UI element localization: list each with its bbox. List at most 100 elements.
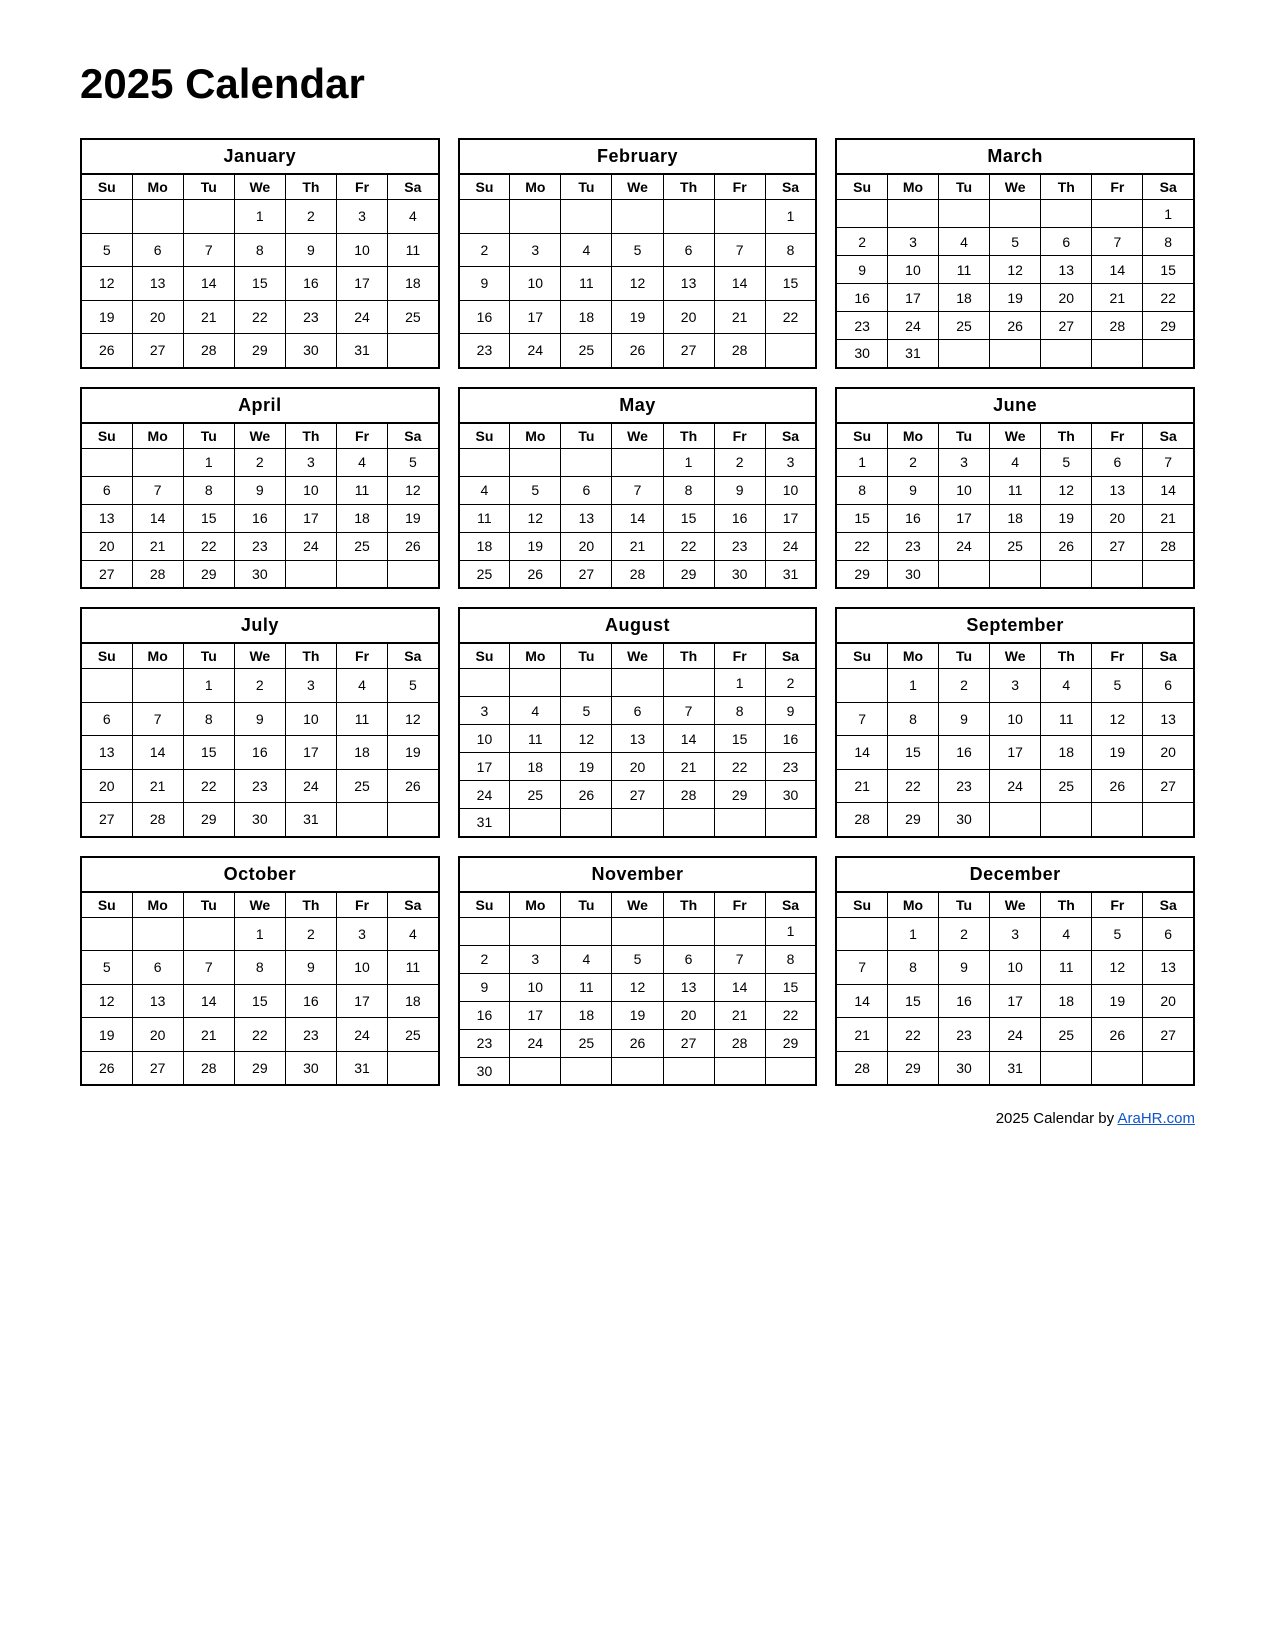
table-row: 28293031 xyxy=(836,1051,1194,1085)
calendar-day: 2 xyxy=(714,448,765,476)
day-header-th: Th xyxy=(663,423,714,449)
calendar-grid: JanuarySuMoTuWeThFrSa1234567891011121314… xyxy=(80,138,1195,1086)
day-header-tu: Tu xyxy=(939,423,990,449)
calendar-day: 30 xyxy=(234,560,285,588)
calendar-day: 2 xyxy=(285,200,336,234)
calendar-day: 15 xyxy=(1143,256,1194,284)
calendar-day: 24 xyxy=(336,300,387,334)
calendar-day: 8 xyxy=(234,951,285,985)
calendar-day: 11 xyxy=(561,267,612,301)
calendar-day: 23 xyxy=(765,753,816,781)
table-row: 1234 xyxy=(81,200,439,234)
calendar-day: 14 xyxy=(183,267,234,301)
calendar-day: 7 xyxy=(132,702,183,736)
day-header-mo: Mo xyxy=(887,174,938,200)
calendar-day: 13 xyxy=(132,267,183,301)
calendar-day: 6 xyxy=(132,233,183,267)
table-row: 6789101112 xyxy=(81,476,439,504)
calendar-day xyxy=(939,200,990,228)
calendar-day: 13 xyxy=(663,973,714,1001)
day-header-fr: Fr xyxy=(336,174,387,200)
calendar-day: 15 xyxy=(234,267,285,301)
calendar-day: 7 xyxy=(836,951,887,985)
calendar-day: 22 xyxy=(836,532,887,560)
calendar-day: 7 xyxy=(663,697,714,725)
calendar-day: 26 xyxy=(388,532,439,560)
calendar-day: 17 xyxy=(939,504,990,532)
calendar-day: 21 xyxy=(183,300,234,334)
calendar-day xyxy=(990,560,1041,588)
calendar-day: 21 xyxy=(612,532,663,560)
calendar-day xyxy=(714,1057,765,1085)
month-table-march: MarchSuMoTuWeThFrSa123456789101112131415… xyxy=(835,138,1195,369)
calendar-day: 11 xyxy=(459,504,510,532)
day-header-we: We xyxy=(612,643,663,669)
calendar-day: 9 xyxy=(285,951,336,985)
day-header-mo: Mo xyxy=(510,643,561,669)
calendar-day: 5 xyxy=(612,233,663,267)
calendar-day: 17 xyxy=(285,736,336,770)
day-header-fr: Fr xyxy=(336,892,387,918)
calendar-day: 22 xyxy=(714,753,765,781)
calendar-day: 27 xyxy=(132,334,183,368)
calendar-day xyxy=(1092,340,1143,368)
calendar-day: 27 xyxy=(132,1051,183,1085)
calendar-day xyxy=(285,560,336,588)
table-row: 1 xyxy=(459,200,817,234)
calendar-day: 3 xyxy=(939,448,990,476)
calendar-day: 8 xyxy=(765,945,816,973)
footer-link[interactable]: AraHR.com xyxy=(1117,1110,1195,1127)
calendar-day: 12 xyxy=(81,267,132,301)
calendar-day: 20 xyxy=(1143,736,1194,770)
calendar-day: 14 xyxy=(132,736,183,770)
calendar-day: 17 xyxy=(510,1001,561,1029)
calendar-day: 27 xyxy=(1143,1018,1194,1052)
calendar-day: 26 xyxy=(81,1051,132,1085)
calendar-day: 4 xyxy=(388,917,439,951)
day-header-we: We xyxy=(234,643,285,669)
day-header-sa: Sa xyxy=(765,643,816,669)
table-row: 3031 xyxy=(836,340,1194,368)
calendar-day: 15 xyxy=(183,736,234,770)
calendar-day: 4 xyxy=(1041,917,1092,951)
table-row: 13141516171819 xyxy=(81,504,439,532)
calendar-day: 1 xyxy=(663,448,714,476)
calendar-day: 16 xyxy=(765,725,816,753)
day-header-fr: Fr xyxy=(1092,892,1143,918)
calendar-day: 6 xyxy=(663,945,714,973)
calendar-day: 25 xyxy=(336,769,387,803)
day-header-we: We xyxy=(990,423,1041,449)
day-header-sa: Sa xyxy=(765,892,816,918)
calendar-day: 3 xyxy=(510,233,561,267)
calendar-day: 18 xyxy=(336,736,387,770)
calendar-day: 21 xyxy=(1092,284,1143,312)
day-header-su: Su xyxy=(81,892,132,918)
calendar-day: 13 xyxy=(1143,702,1194,736)
table-row: 78910111213 xyxy=(836,951,1194,985)
calendar-day xyxy=(459,200,510,234)
calendar-day xyxy=(765,334,816,368)
calendar-day: 1 xyxy=(887,669,938,703)
table-row: 123456 xyxy=(836,917,1194,951)
calendar-day xyxy=(459,917,510,945)
calendar-day: 9 xyxy=(887,476,938,504)
calendar-day: 24 xyxy=(510,334,561,368)
calendar-day xyxy=(1092,803,1143,837)
calendar-day: 19 xyxy=(81,300,132,334)
calendar-day: 11 xyxy=(990,476,1041,504)
table-row: 2728293031 xyxy=(81,803,439,837)
calendar-day: 18 xyxy=(510,753,561,781)
calendar-day: 20 xyxy=(663,300,714,334)
day-header-we: We xyxy=(990,643,1041,669)
table-row: 13141516171819 xyxy=(81,736,439,770)
day-header-sa: Sa xyxy=(1143,423,1194,449)
calendar-day: 8 xyxy=(1143,228,1194,256)
day-header-th: Th xyxy=(1041,892,1092,918)
calendar-day: 9 xyxy=(765,697,816,725)
calendar-day: 6 xyxy=(81,702,132,736)
calendar-day: 20 xyxy=(612,753,663,781)
calendar-day: 1 xyxy=(887,917,938,951)
calendar-day: 17 xyxy=(887,284,938,312)
day-header-sa: Sa xyxy=(765,174,816,200)
calendar-day: 2 xyxy=(887,448,938,476)
